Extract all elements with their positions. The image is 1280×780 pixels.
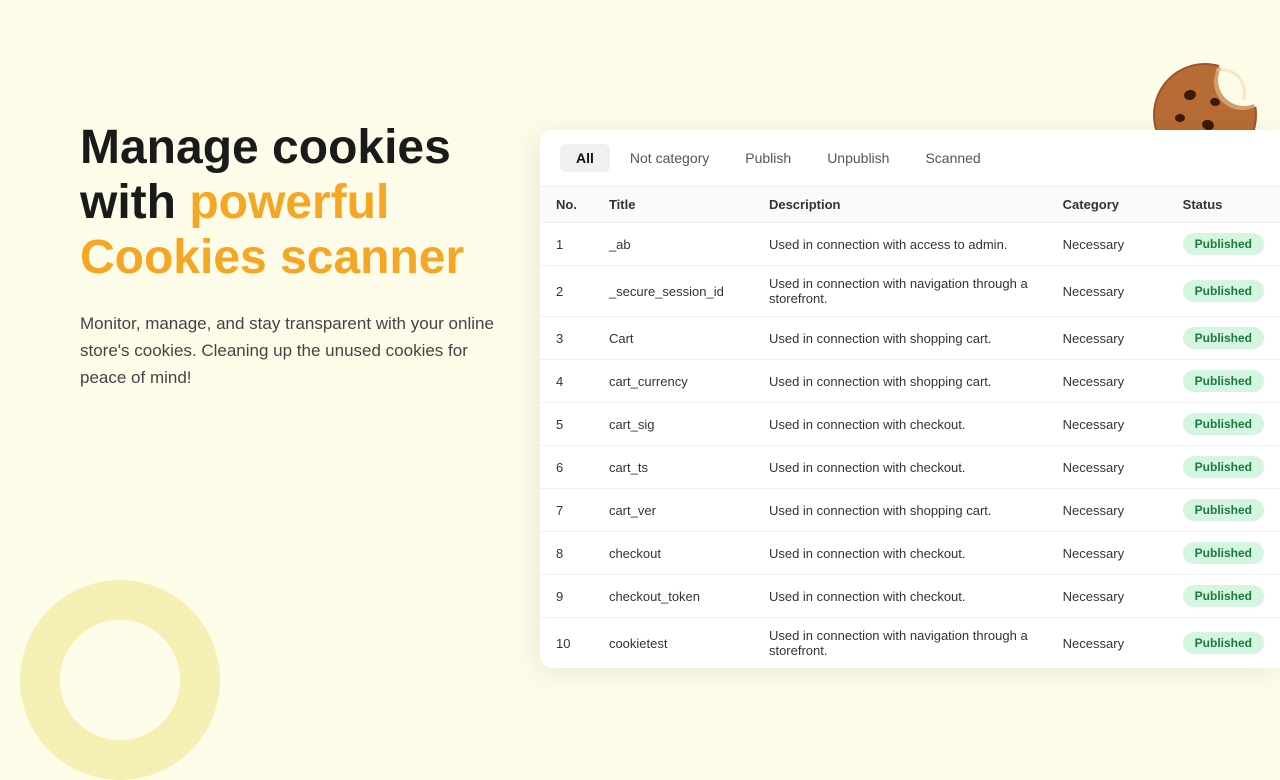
- status-badge: Published: [1183, 327, 1264, 349]
- table-row: 4cart_currencyUsed in connection with sh…: [540, 360, 1280, 403]
- cell-status: Published: [1167, 317, 1280, 360]
- cell-description: Used in connection with shopping cart.: [753, 317, 1047, 360]
- description-text: Monitor, manage, and stay transparent wi…: [80, 310, 500, 392]
- status-badge: Published: [1183, 280, 1264, 302]
- cell-description: Used in connection with navigation throu…: [753, 266, 1047, 317]
- cell-category: Necessary: [1047, 223, 1167, 266]
- table-row: 9checkout_tokenUsed in connection with c…: [540, 575, 1280, 618]
- cell-no: 3: [540, 317, 593, 360]
- table-row: 5cart_sigUsed in connection with checkou…: [540, 403, 1280, 446]
- table-row: 1_abUsed in connection with access to ad…: [540, 223, 1280, 266]
- table-body: 1_abUsed in connection with access to ad…: [540, 223, 1280, 669]
- cell-description: Used in connection with access to admin.: [753, 223, 1047, 266]
- table-row: 10cookietestUsed in connection with navi…: [540, 618, 1280, 669]
- table-header-row: No. Title Description Category Status: [540, 187, 1280, 223]
- col-header-category: Category: [1047, 187, 1167, 223]
- table-row: 3CartUsed in connection with shopping ca…: [540, 317, 1280, 360]
- col-header-description: Description: [753, 187, 1047, 223]
- cell-title: checkout_token: [593, 575, 753, 618]
- cell-status: Published: [1167, 446, 1280, 489]
- table-row: 8checkoutUsed in connection with checkou…: [540, 532, 1280, 575]
- cell-title: cart_ver: [593, 489, 753, 532]
- cell-status: Published: [1167, 489, 1280, 532]
- tab-publish[interactable]: Publish: [729, 144, 807, 172]
- status-badge: Published: [1183, 233, 1264, 255]
- status-badge: Published: [1183, 585, 1264, 607]
- cell-status: Published: [1167, 360, 1280, 403]
- status-badge: Published: [1183, 632, 1264, 654]
- cell-description: Used in connection with checkout.: [753, 532, 1047, 575]
- cell-no: 2: [540, 266, 593, 317]
- cell-title: cart_ts: [593, 446, 753, 489]
- cell-description: Used in connection with checkout.: [753, 575, 1047, 618]
- cell-title: cookietest: [593, 618, 753, 669]
- cell-title: checkout: [593, 532, 753, 575]
- status-badge: Published: [1183, 370, 1264, 392]
- cell-category: Necessary: [1047, 317, 1167, 360]
- tab-scanned[interactable]: Scanned: [909, 144, 996, 172]
- headline-highlight: powerful: [189, 176, 389, 229]
- status-badge: Published: [1183, 413, 1264, 435]
- headline: Manage cookies with powerful Cookies sca…: [80, 120, 540, 286]
- cell-description: Used in connection with checkout.: [753, 446, 1047, 489]
- cell-no: 6: [540, 446, 593, 489]
- cell-category: Necessary: [1047, 446, 1167, 489]
- tab-all[interactable]: All: [560, 144, 610, 172]
- cell-no: 9: [540, 575, 593, 618]
- cell-title: _secure_session_id: [593, 266, 753, 317]
- cell-description: Used in connection with shopping cart.: [753, 360, 1047, 403]
- headline-line3: Cookies scanner: [80, 231, 464, 284]
- cell-description: Used in connection with navigation throu…: [753, 618, 1047, 669]
- cell-description: Used in connection with checkout.: [753, 403, 1047, 446]
- status-badge: Published: [1183, 456, 1264, 478]
- cookies-table: No. Title Description Category Status 1_…: [540, 187, 1280, 668]
- col-header-no: No.: [540, 187, 593, 223]
- cell-category: Necessary: [1047, 266, 1167, 317]
- cell-no: 7: [540, 489, 593, 532]
- cell-status: Published: [1167, 575, 1280, 618]
- headline-line2-prefix: with: [80, 176, 189, 229]
- status-badge: Published: [1183, 499, 1264, 521]
- cell-category: Necessary: [1047, 618, 1167, 669]
- tab-unpublish[interactable]: Unpublish: [811, 144, 905, 172]
- cell-description: Used in connection with shopping cart.: [753, 489, 1047, 532]
- cell-title: Cart: [593, 317, 753, 360]
- cell-no: 5: [540, 403, 593, 446]
- cell-no: 10: [540, 618, 593, 669]
- table-row: 7cart_verUsed in connection with shoppin…: [540, 489, 1280, 532]
- col-header-title: Title: [593, 187, 753, 223]
- table-row: 6cart_tsUsed in connection with checkout…: [540, 446, 1280, 489]
- cookies-table-container: No. Title Description Category Status 1_…: [540, 187, 1280, 668]
- col-header-status: Status: [1167, 187, 1280, 223]
- status-badge: Published: [1183, 542, 1264, 564]
- cell-category: Necessary: [1047, 575, 1167, 618]
- headline-line1: Manage cookies: [80, 121, 451, 174]
- cell-no: 4: [540, 360, 593, 403]
- cell-title: cart_sig: [593, 403, 753, 446]
- right-panel: All Not category Publish Unpublish Scann…: [540, 130, 1280, 668]
- cell-status: Published: [1167, 532, 1280, 575]
- tab-not-category[interactable]: Not category: [614, 144, 725, 172]
- cell-no: 8: [540, 532, 593, 575]
- cell-status: Published: [1167, 266, 1280, 317]
- left-panel: Manage cookies with powerful Cookies sca…: [80, 120, 540, 391]
- cell-title: cart_currency: [593, 360, 753, 403]
- cell-status: Published: [1167, 618, 1280, 669]
- tab-bar: All Not category Publish Unpublish Scann…: [540, 130, 1280, 187]
- cell-category: Necessary: [1047, 532, 1167, 575]
- cell-category: Necessary: [1047, 360, 1167, 403]
- cell-status: Published: [1167, 223, 1280, 266]
- cell-title: _ab: [593, 223, 753, 266]
- cell-category: Necessary: [1047, 489, 1167, 532]
- cell-no: 1: [540, 223, 593, 266]
- decorative-circle: [20, 580, 220, 780]
- cell-category: Necessary: [1047, 403, 1167, 446]
- table-row: 2_secure_session_idUsed in connection wi…: [540, 266, 1280, 317]
- cell-status: Published: [1167, 403, 1280, 446]
